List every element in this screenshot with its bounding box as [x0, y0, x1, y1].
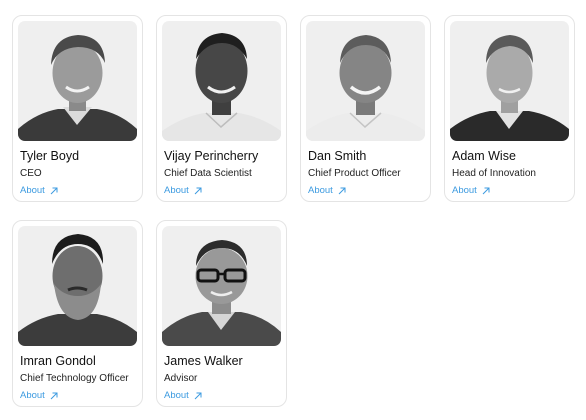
member-role: Head of Innovation [452, 168, 536, 179]
member-role: CEO [20, 168, 42, 179]
portrait-photo [18, 21, 137, 141]
portrait-image [18, 35, 137, 141]
about-link-label: About [164, 185, 189, 196]
team-card-adam-wise: Adam Wise Head of Innovation About [444, 15, 575, 202]
arrow-up-right-icon [194, 392, 202, 400]
member-name: Tyler Boyd [20, 149, 80, 163]
portrait-photo [162, 21, 281, 141]
member-name: James Walker [164, 354, 243, 368]
arrow-up-right-icon [194, 187, 202, 195]
team-card-dan-smith: Dan Smith Chief Product Officer About [300, 15, 431, 202]
portrait-photo [306, 21, 425, 141]
about-link-label: About [308, 185, 333, 196]
about-link[interactable]: About [452, 185, 490, 197]
arrow-up-right-icon [50, 392, 58, 400]
portrait-photo [162, 226, 281, 346]
about-link-label: About [452, 185, 477, 196]
member-name: Adam Wise [452, 149, 516, 163]
team-card-imran-gondol: Imran Gondol Chief Technology Officer Ab… [12, 220, 143, 407]
team-card-james-walker: James Walker Advisor About [156, 220, 287, 407]
portrait-photo [450, 21, 569, 141]
team-card-vijay-perincherry: Vijay Perincherry Chief Data Scientist A… [156, 15, 287, 202]
about-link[interactable]: About [308, 185, 346, 197]
about-link-label: About [164, 390, 189, 401]
member-role: Chief Data Scientist [164, 168, 252, 179]
member-role: Advisor [164, 373, 198, 384]
team-grid: Tyler Boyd CEO About Vijay Perincherry C… [12, 15, 578, 407]
about-link[interactable]: About [164, 390, 202, 402]
member-name: Imran Gondol [20, 354, 96, 368]
about-link-label: About [20, 390, 45, 401]
team-card-tyler-boyd: Tyler Boyd CEO About [12, 15, 143, 202]
arrow-up-right-icon [338, 187, 346, 195]
member-name: Vijay Perincherry [164, 149, 259, 163]
member-name: Dan Smith [308, 149, 367, 163]
portrait-image [162, 240, 281, 346]
member-role: Chief Technology Officer [20, 373, 129, 384]
about-link-label: About [20, 185, 45, 196]
about-link[interactable]: About [164, 185, 202, 197]
portrait-image [162, 33, 281, 141]
portrait-image [450, 35, 569, 141]
about-link[interactable]: About [20, 390, 58, 402]
arrow-up-right-icon [482, 187, 490, 195]
portrait-photo [18, 226, 137, 346]
portrait-image [306, 35, 425, 141]
about-link[interactable]: About [20, 185, 58, 197]
member-role: Chief Product Officer [308, 168, 401, 179]
portrait-image [18, 234, 137, 346]
arrow-up-right-icon [50, 187, 58, 195]
